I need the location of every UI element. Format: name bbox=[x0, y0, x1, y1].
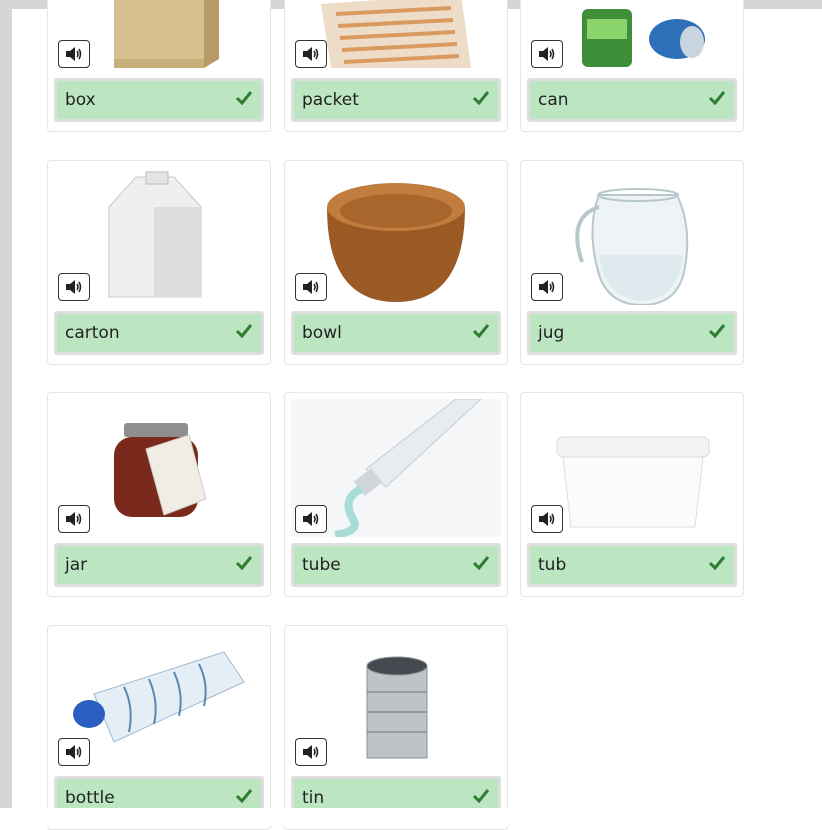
word-text: box bbox=[65, 90, 96, 110]
speaker-icon bbox=[66, 47, 82, 61]
speaker-icon bbox=[303, 512, 319, 526]
check-icon bbox=[472, 324, 490, 338]
speaker-button[interactable] bbox=[58, 738, 90, 766]
card-box[interactable]: box bbox=[47, 0, 271, 132]
speaker-button[interactable] bbox=[295, 738, 327, 766]
card-packet[interactable]: packet bbox=[284, 0, 508, 132]
speaker-icon bbox=[66, 745, 82, 759]
word-text: jug bbox=[538, 323, 565, 343]
check-icon bbox=[472, 91, 490, 105]
word-text: tube bbox=[302, 555, 341, 575]
card-jug[interactable]: jug bbox=[520, 160, 744, 365]
card-can[interactable]: can bbox=[520, 0, 744, 132]
word-text: tub bbox=[538, 555, 567, 575]
speaker-button[interactable] bbox=[58, 40, 90, 68]
answer-label: carton bbox=[54, 311, 264, 355]
check-icon bbox=[235, 324, 253, 338]
speaker-button[interactable] bbox=[295, 505, 327, 533]
card-jar[interactable]: jar bbox=[47, 392, 271, 597]
speaker-button[interactable] bbox=[58, 505, 90, 533]
check-icon bbox=[472, 789, 490, 803]
check-icon bbox=[235, 91, 253, 105]
check-icon bbox=[708, 324, 726, 338]
answer-label: box bbox=[54, 78, 264, 122]
speaker-icon bbox=[66, 512, 82, 526]
word-text: packet bbox=[302, 90, 359, 110]
speaker-icon bbox=[539, 512, 555, 526]
card-bottle[interactable]: bottle bbox=[47, 625, 271, 830]
answer-label: jar bbox=[54, 543, 264, 587]
left-page-margin bbox=[0, 0, 12, 808]
speaker-icon bbox=[539, 47, 555, 61]
word-text: can bbox=[538, 90, 569, 110]
answer-label: tub bbox=[527, 543, 737, 587]
speaker-icon bbox=[66, 280, 82, 294]
check-icon bbox=[708, 556, 726, 570]
check-icon bbox=[472, 556, 490, 570]
answer-label: packet bbox=[291, 78, 501, 122]
check-icon bbox=[235, 789, 253, 803]
speaker-icon bbox=[303, 280, 319, 294]
card-carton[interactable]: carton bbox=[47, 160, 271, 365]
speaker-button[interactable] bbox=[295, 273, 327, 301]
speaker-icon bbox=[303, 745, 319, 759]
speaker-icon bbox=[303, 47, 319, 61]
card-tub[interactable]: tub bbox=[520, 392, 744, 597]
speaker-button[interactable] bbox=[531, 273, 563, 301]
card-tin[interactable]: tin bbox=[284, 625, 508, 830]
answer-label: can bbox=[527, 78, 737, 122]
speaker-button[interactable] bbox=[531, 40, 563, 68]
answer-label: jug bbox=[527, 311, 737, 355]
check-icon bbox=[235, 556, 253, 570]
word-text: bowl bbox=[302, 323, 342, 343]
word-text: carton bbox=[65, 323, 120, 343]
answer-label: tube bbox=[291, 543, 501, 587]
bottom-edge bbox=[0, 808, 822, 826]
speaker-button[interactable] bbox=[531, 505, 563, 533]
speaker-button[interactable] bbox=[58, 273, 90, 301]
speaker-button[interactable] bbox=[295, 40, 327, 68]
speaker-icon bbox=[539, 280, 555, 294]
word-text: tin bbox=[302, 788, 325, 808]
word-text: bottle bbox=[65, 788, 115, 808]
card-tube[interactable]: tube bbox=[284, 392, 508, 597]
word-text: jar bbox=[65, 555, 88, 575]
check-icon bbox=[708, 91, 726, 105]
answer-label: bowl bbox=[291, 311, 501, 355]
card-bowl[interactable]: bowl bbox=[284, 160, 508, 365]
